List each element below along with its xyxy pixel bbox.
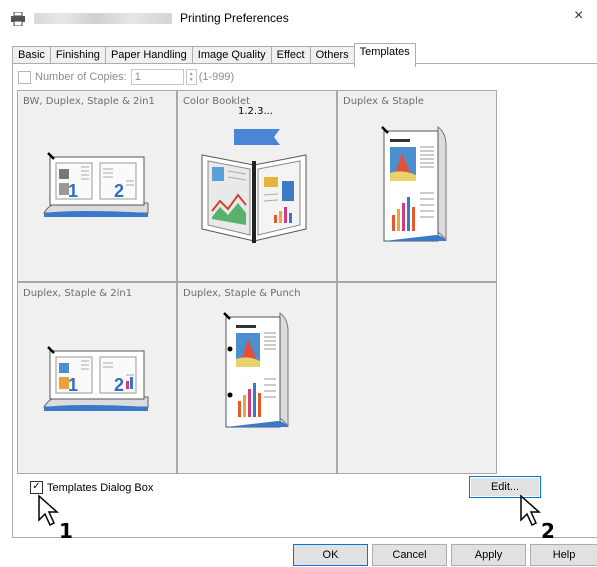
svg-text:2: 2 (114, 375, 124, 395)
svg-text:2: 2 (114, 181, 124, 201)
copies-label: Number of Copies: (35, 71, 127, 83)
template-color-booklet[interactable]: Color Booklet 1.2.3... (177, 90, 337, 282)
templates-dialog-box-option[interactable]: ✓ Templates Dialog Box (30, 481, 153, 494)
duplex-staple-icon (381, 126, 447, 242)
spin-down-icon[interactable]: ▼ (189, 77, 194, 83)
svg-text:1: 1 (68, 375, 78, 395)
cursor-callout-2-icon: 2 (520, 494, 555, 540)
template-duplex-staple[interactable]: Duplex & Staple (337, 90, 497, 282)
cancel-button[interactable]: Cancel (372, 544, 447, 566)
template-grid: BW, Duplex, Staple & 2in1 1 2 Color Book… (17, 90, 497, 474)
color-booklet-icon (201, 129, 307, 243)
svg-text:1: 1 (68, 181, 78, 201)
printer-icon (11, 12, 25, 26)
template-label: BW, Duplex, Staple & 2in1 (23, 96, 155, 107)
templates-dialog-box-checkbox[interactable]: ✓ (30, 481, 43, 494)
copies-checkbox[interactable] (18, 70, 31, 84)
close-button[interactable]: × (574, 8, 583, 24)
template-bw-duplex-staple-2in1[interactable]: BW, Duplex, Staple & 2in1 1 2 (17, 90, 177, 282)
copies-row: Number of Copies: 1 ▲ ▼ (1-999) (18, 69, 234, 85)
help-button[interactable]: Help (530, 544, 597, 566)
copies-range: (1-999) (198, 71, 235, 83)
ok-button[interactable]: OK (293, 544, 368, 566)
templates-dialog-box-label: Templates Dialog Box (47, 481, 154, 494)
template-label: Duplex, Staple & Punch (183, 288, 301, 299)
template-label: Duplex, Staple & 2in1 (23, 288, 133, 299)
apply-button[interactable]: Apply (451, 544, 526, 566)
duplex-2in1-bw-icon: 1 2 (43, 152, 149, 217)
callout-number-2: 2 (541, 519, 555, 540)
template-label: Duplex & Staple (343, 96, 424, 107)
copies-spinner[interactable]: ▲ ▼ (185, 69, 197, 85)
cursor-callout-1-icon: 1 (38, 494, 73, 540)
template-slot-empty[interactable] (337, 282, 497, 474)
callout-number-1: 1 (59, 519, 73, 540)
tab-bar: Basic Finishing Paper Handling Image Qua… (12, 43, 416, 67)
booklet-order-text: 1.2.3... (238, 106, 273, 117)
template-duplex-staple-punch[interactable]: Duplex, Staple & Punch (177, 282, 337, 474)
tab-templates[interactable]: Templates (353, 43, 416, 67)
printer-name-redacted (34, 13, 172, 24)
duplex-staple-punch-icon (223, 312, 289, 428)
copies-input[interactable]: 1 (130, 69, 184, 85)
template-duplex-staple-2in1[interactable]: Duplex, Staple & 2in1 1 2 (17, 282, 177, 474)
title-bar: Printing Preferences × (0, 0, 597, 36)
duplex-2in1-color-icon: 1 2 (43, 346, 149, 411)
window-title: Printing Preferences (180, 11, 289, 25)
